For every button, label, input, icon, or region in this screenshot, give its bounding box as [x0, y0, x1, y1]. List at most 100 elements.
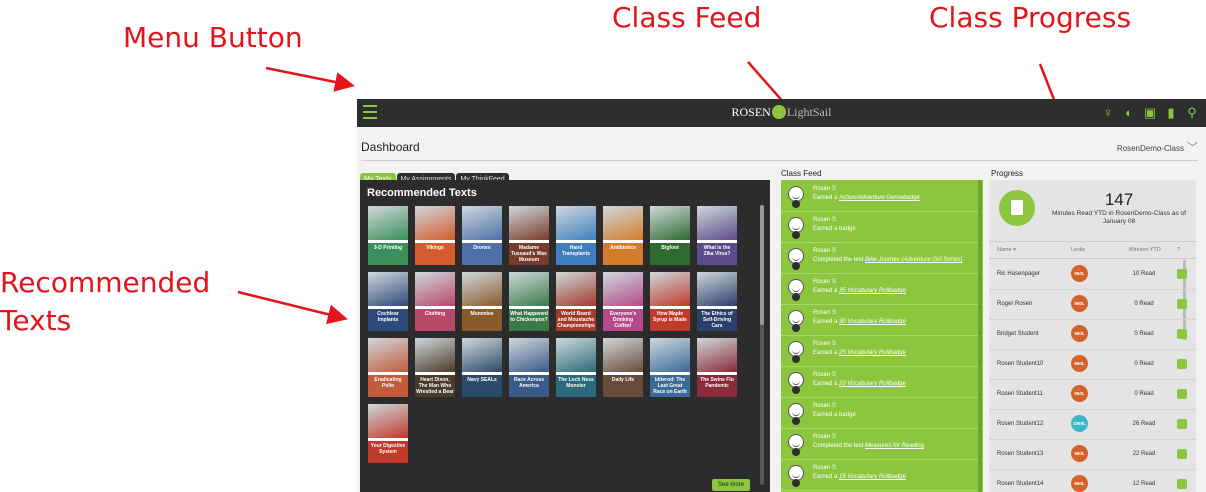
- badge-icon: [792, 386, 800, 394]
- book-title: The Swine Flu Pandemic: [697, 375, 737, 397]
- book-illustration: [368, 206, 408, 240]
- col-name[interactable]: Name ▾: [997, 247, 1016, 253]
- top-bar: ROSEN LightSail ♀ ◐ ▣ ▮ ⚲: [357, 99, 1206, 127]
- badge-icon: [792, 417, 800, 425]
- book-cover[interactable]: Clothing: [415, 272, 455, 331]
- feed-activity: Completed the text Bike Journey (Adventu…: [813, 257, 963, 263]
- book-cover[interactable]: The Swine Flu Pandemic: [697, 338, 737, 397]
- book-icon: [999, 190, 1035, 226]
- feed-user: Rosen S: [813, 248, 837, 254]
- feed-item[interactable]: Rosen S Earned a 35 Vocabulary Rollbadge: [781, 273, 983, 305]
- book-cover[interactable]: Navy SEALs: [462, 338, 502, 397]
- minutes-read: 26 Read: [1132, 421, 1156, 427]
- book-cover[interactable]: Hand Transplants: [556, 206, 596, 265]
- book-cover[interactable]: Your Digestive System: [368, 404, 408, 463]
- message-icon[interactable]: [1177, 299, 1187, 309]
- recommended-texts-panel: Recommended Texts 3-D Printing Vikings Dro…: [360, 180, 770, 492]
- message-icon[interactable]: [1177, 479, 1187, 489]
- table-row[interactable]: Ric Hasenpager 960L 10 Read: [989, 259, 1196, 290]
- recommended-scrollbar[interactable]: [760, 205, 764, 485]
- book-cover[interactable]: World Beard and Moustache Championships: [556, 272, 596, 331]
- class-feed-label: Class Feed: [781, 169, 822, 178]
- book-title: Everyone's Drinking Coffee!: [603, 309, 643, 331]
- book-cover[interactable]: The Loch Ness Monster: [556, 338, 596, 397]
- feed-item[interactable]: Rosen S Earned a 25 Vocabulary Rollbadge: [781, 335, 983, 367]
- book-cover[interactable]: Antibiotics: [603, 206, 643, 265]
- feed-item[interactable]: Rosen S Completed the text Bike Journey (…: [781, 242, 983, 274]
- feed-item[interactable]: Rosen S Earned a Action/Adventure Genreba…: [781, 180, 983, 212]
- feed-activity: Earned a 35 Vocabulary Rollbadge: [813, 288, 906, 294]
- feed-item[interactable]: Rosen S Earned a 20 Vocabulary Rollbadge: [781, 366, 983, 398]
- class-selector[interactable]: RosenDemo-Class ﹀: [1117, 139, 1198, 155]
- badge-icon: [792, 355, 800, 363]
- badge-icon: [792, 448, 800, 456]
- book-illustration: [462, 338, 502, 372]
- lightbulb-icon[interactable]: ♀: [1100, 105, 1116, 120]
- student-name: Rosen Student10: [997, 361, 1044, 367]
- minutes-read: 22 Read: [1132, 451, 1156, 457]
- feed-activity: Earned a badge: [813, 412, 856, 418]
- search-icon[interactable]: ⚲: [1184, 105, 1200, 121]
- message-icon[interactable]: [1177, 269, 1187, 279]
- book-cover[interactable]: Heart Dixon, The Man Who Wrestled a Bear: [415, 338, 455, 397]
- lexile-badge: 960L: [1071, 385, 1088, 402]
- minutes-read: 0 Read: [1134, 361, 1154, 367]
- book-cover[interactable]: 3-D Printing: [368, 206, 408, 265]
- book-illustration: [509, 206, 549, 240]
- feed-item[interactable]: Rosen S Earned a badge: [781, 397, 983, 429]
- table-row[interactable]: Rosen Student11 960L 0 Read: [989, 379, 1196, 410]
- book-cover[interactable]: The Ethics of Self-Driving Cars: [697, 272, 737, 331]
- message-icon[interactable]: [1177, 389, 1187, 399]
- book-cover[interactable]: Mummies: [462, 272, 502, 331]
- book-cover[interactable]: Race Across America: [509, 338, 549, 397]
- book-cover[interactable]: Madame Tussaud's Wax Museum: [509, 206, 549, 265]
- app-window: ROSEN LightSail ♀ ◐ ▣ ▮ ⚲ Dashboard RosenDemo…: [357, 99, 1206, 492]
- message-icon[interactable]: [1177, 329, 1187, 339]
- book-cover[interactable]: Eradicating Polio: [368, 338, 408, 397]
- col-lexile: Lexile: [1071, 247, 1086, 253]
- feed-item[interactable]: Rosen S Earned a badge: [781, 211, 983, 243]
- feed-item[interactable]: Rosen S Earned a 30 Vocabulary Rollbadge: [781, 304, 983, 336]
- feed-scrollbar[interactable]: [978, 180, 982, 492]
- message-icon[interactable]: [1177, 359, 1187, 369]
- book-cover[interactable]: Drones: [462, 206, 502, 265]
- progress-panel: 147 Minutes Read YTD in RosenDemo-Class …: [989, 180, 1196, 492]
- book-cover[interactable]: Bigfoot: [650, 206, 690, 265]
- message-icon[interactable]: [1177, 419, 1187, 429]
- award-icon[interactable]: ▣: [1142, 105, 1158, 121]
- leaf-icon: [771, 105, 786, 119]
- book-cover[interactable]: What is the Zika Virus?: [697, 206, 737, 265]
- see-more-button[interactable]: See more: [712, 479, 751, 491]
- book-cover[interactable]: What Happened to Chickenpox?: [509, 272, 549, 331]
- book-cover[interactable]: Vikings: [415, 206, 455, 265]
- table-row[interactable]: Rosen Student14 960L 12 Read: [989, 469, 1196, 492]
- book-title: Your Digestive System: [368, 441, 408, 463]
- book-cover[interactable]: Cochlear Implants: [368, 272, 408, 331]
- book-cover[interactable]: Everyone's Drinking Coffee!: [603, 272, 643, 331]
- feed-user: Rosen S: [813, 217, 837, 223]
- book-cover[interactable]: Iditerod: The Last Great Race on Earth: [650, 338, 690, 397]
- student-name: Rosen Student12: [997, 421, 1044, 427]
- feed-item[interactable]: Rosen S Earned a 15 Vocabulary Rollbadge: [781, 459, 983, 491]
- book-illustration: [509, 338, 549, 372]
- table-row[interactable]: Roger Rosen 960L 0 Read: [989, 289, 1196, 320]
- minutes-read: 0 Read: [1134, 331, 1154, 337]
- message-icon[interactable]: [1177, 449, 1187, 459]
- library-icon[interactable]: ▮: [1163, 105, 1179, 121]
- book-cover[interactable]: Daily Life: [603, 338, 643, 397]
- table-row[interactable]: Rosen Student12 1060L 26 Read: [989, 409, 1196, 440]
- table-row[interactable]: Bridget Student 960L 0 Read: [989, 319, 1196, 350]
- student-name: Ric Hasenpager: [997, 271, 1041, 277]
- header-icons: ♀ ◐ ▣ ▮ ⚲: [1095, 104, 1200, 122]
- book-illustration: [603, 206, 643, 240]
- lexile-badge: 960L: [1071, 325, 1088, 342]
- table-row[interactable]: Rosen Student10 960L 0 Read: [989, 349, 1196, 380]
- table-row[interactable]: Rosen Student13 960L 22 Read: [989, 439, 1196, 470]
- student-name: Rosen Student14: [997, 481, 1044, 487]
- help-icon[interactable]: ?: [1177, 247, 1180, 253]
- feed-item[interactable]: Rosen S Completed the text Measures for R…: [781, 428, 983, 460]
- chat-icon[interactable]: ◐: [1121, 105, 1137, 120]
- class-feed-panel: Rosen S Earned a 15 Vocabulary Rollbadge R…: [781, 180, 983, 492]
- book-cover[interactable]: How Maple Syrup is Made: [650, 272, 690, 331]
- book-title: Cochlear Implants: [368, 309, 408, 331]
